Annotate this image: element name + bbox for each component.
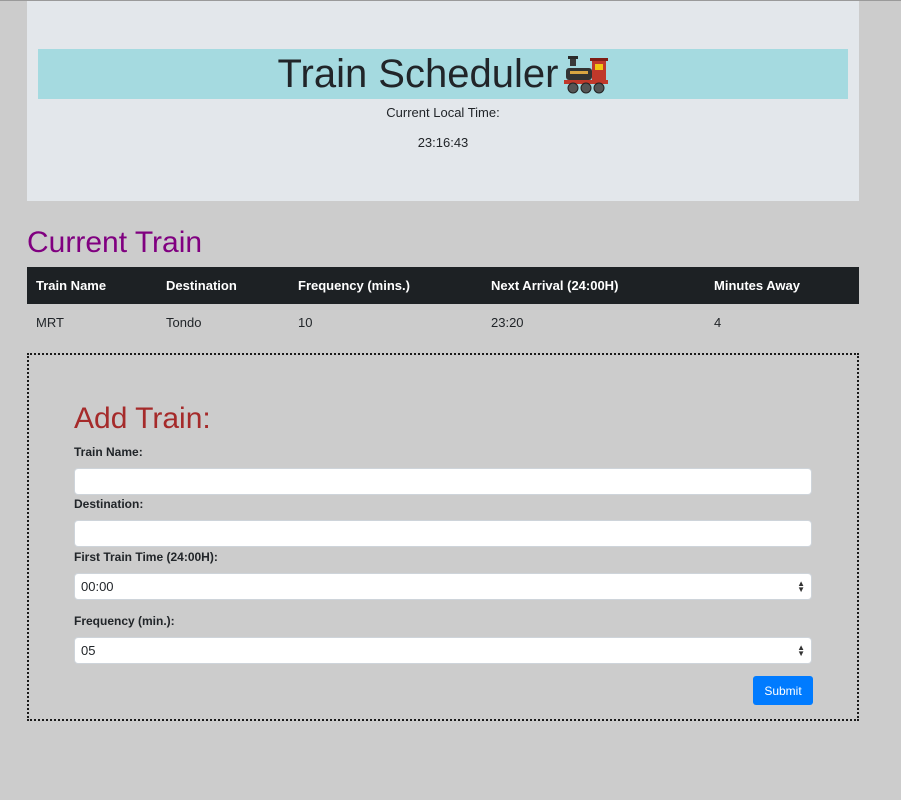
frequency-label: Frequency (min.): [74, 614, 175, 628]
select-arrows-icon: ▲ ▼ [797, 578, 805, 594]
select-arrows-icon: ▲ ▼ [797, 642, 805, 658]
header-jumbotron: Train Scheduler Current Local Time: 23:1… [27, 1, 859, 201]
first-train-time-value: 00:00 [81, 579, 114, 594]
cell-minutes-away: 4 [714, 315, 722, 330]
add-train-heading: Add Train: [74, 402, 211, 435]
cell-next-arrival: 23:20 [491, 315, 524, 330]
column-header-minutes-away: Minutes Away [705, 267, 859, 304]
first-train-time-label: First Train Time (24:00H): [74, 550, 218, 564]
cell-frequency: 10 [298, 315, 313, 330]
train-name-input[interactable] [74, 468, 812, 495]
cell-train-name: MRT [36, 315, 64, 330]
table-header-row: Train Name Destination Frequency (mins.)… [27, 267, 859, 304]
column-header-next-arrival: Next Arrival (24:00H) [482, 267, 705, 304]
cell-destination: Tondo [166, 315, 202, 330]
train-table: Train Name Destination Frequency (mins.)… [27, 267, 859, 341]
clock-value: 23:16:43 [417, 135, 469, 150]
submit-button[interactable]: Submit [753, 676, 813, 705]
train-name-label: Train Name: [74, 445, 143, 459]
locomotive-icon [564, 56, 609, 94]
column-header-train-name: Train Name [27, 267, 157, 304]
page-title: Train Scheduler [277, 52, 559, 96]
destination-input[interactable] [74, 520, 812, 547]
title-bar: Train Scheduler [38, 49, 848, 99]
add-train-form: Add Train: Train Name: Destination: Firs… [27, 353, 859, 721]
first-train-time-select[interactable]: 00:00 ▲ ▼ [74, 573, 812, 600]
column-header-frequency: Frequency (mins.) [289, 267, 482, 304]
destination-label: Destination: [74, 497, 144, 511]
clock-label: Current Local Time: [386, 105, 500, 120]
frequency-value: 05 [81, 643, 96, 658]
column-header-destination: Destination [157, 267, 289, 304]
current-train-heading: Current Train [27, 226, 203, 259]
frequency-select[interactable]: 05 ▲ ▼ [74, 637, 812, 664]
table-row: MRT Tondo 10 23:20 4 [27, 304, 859, 341]
